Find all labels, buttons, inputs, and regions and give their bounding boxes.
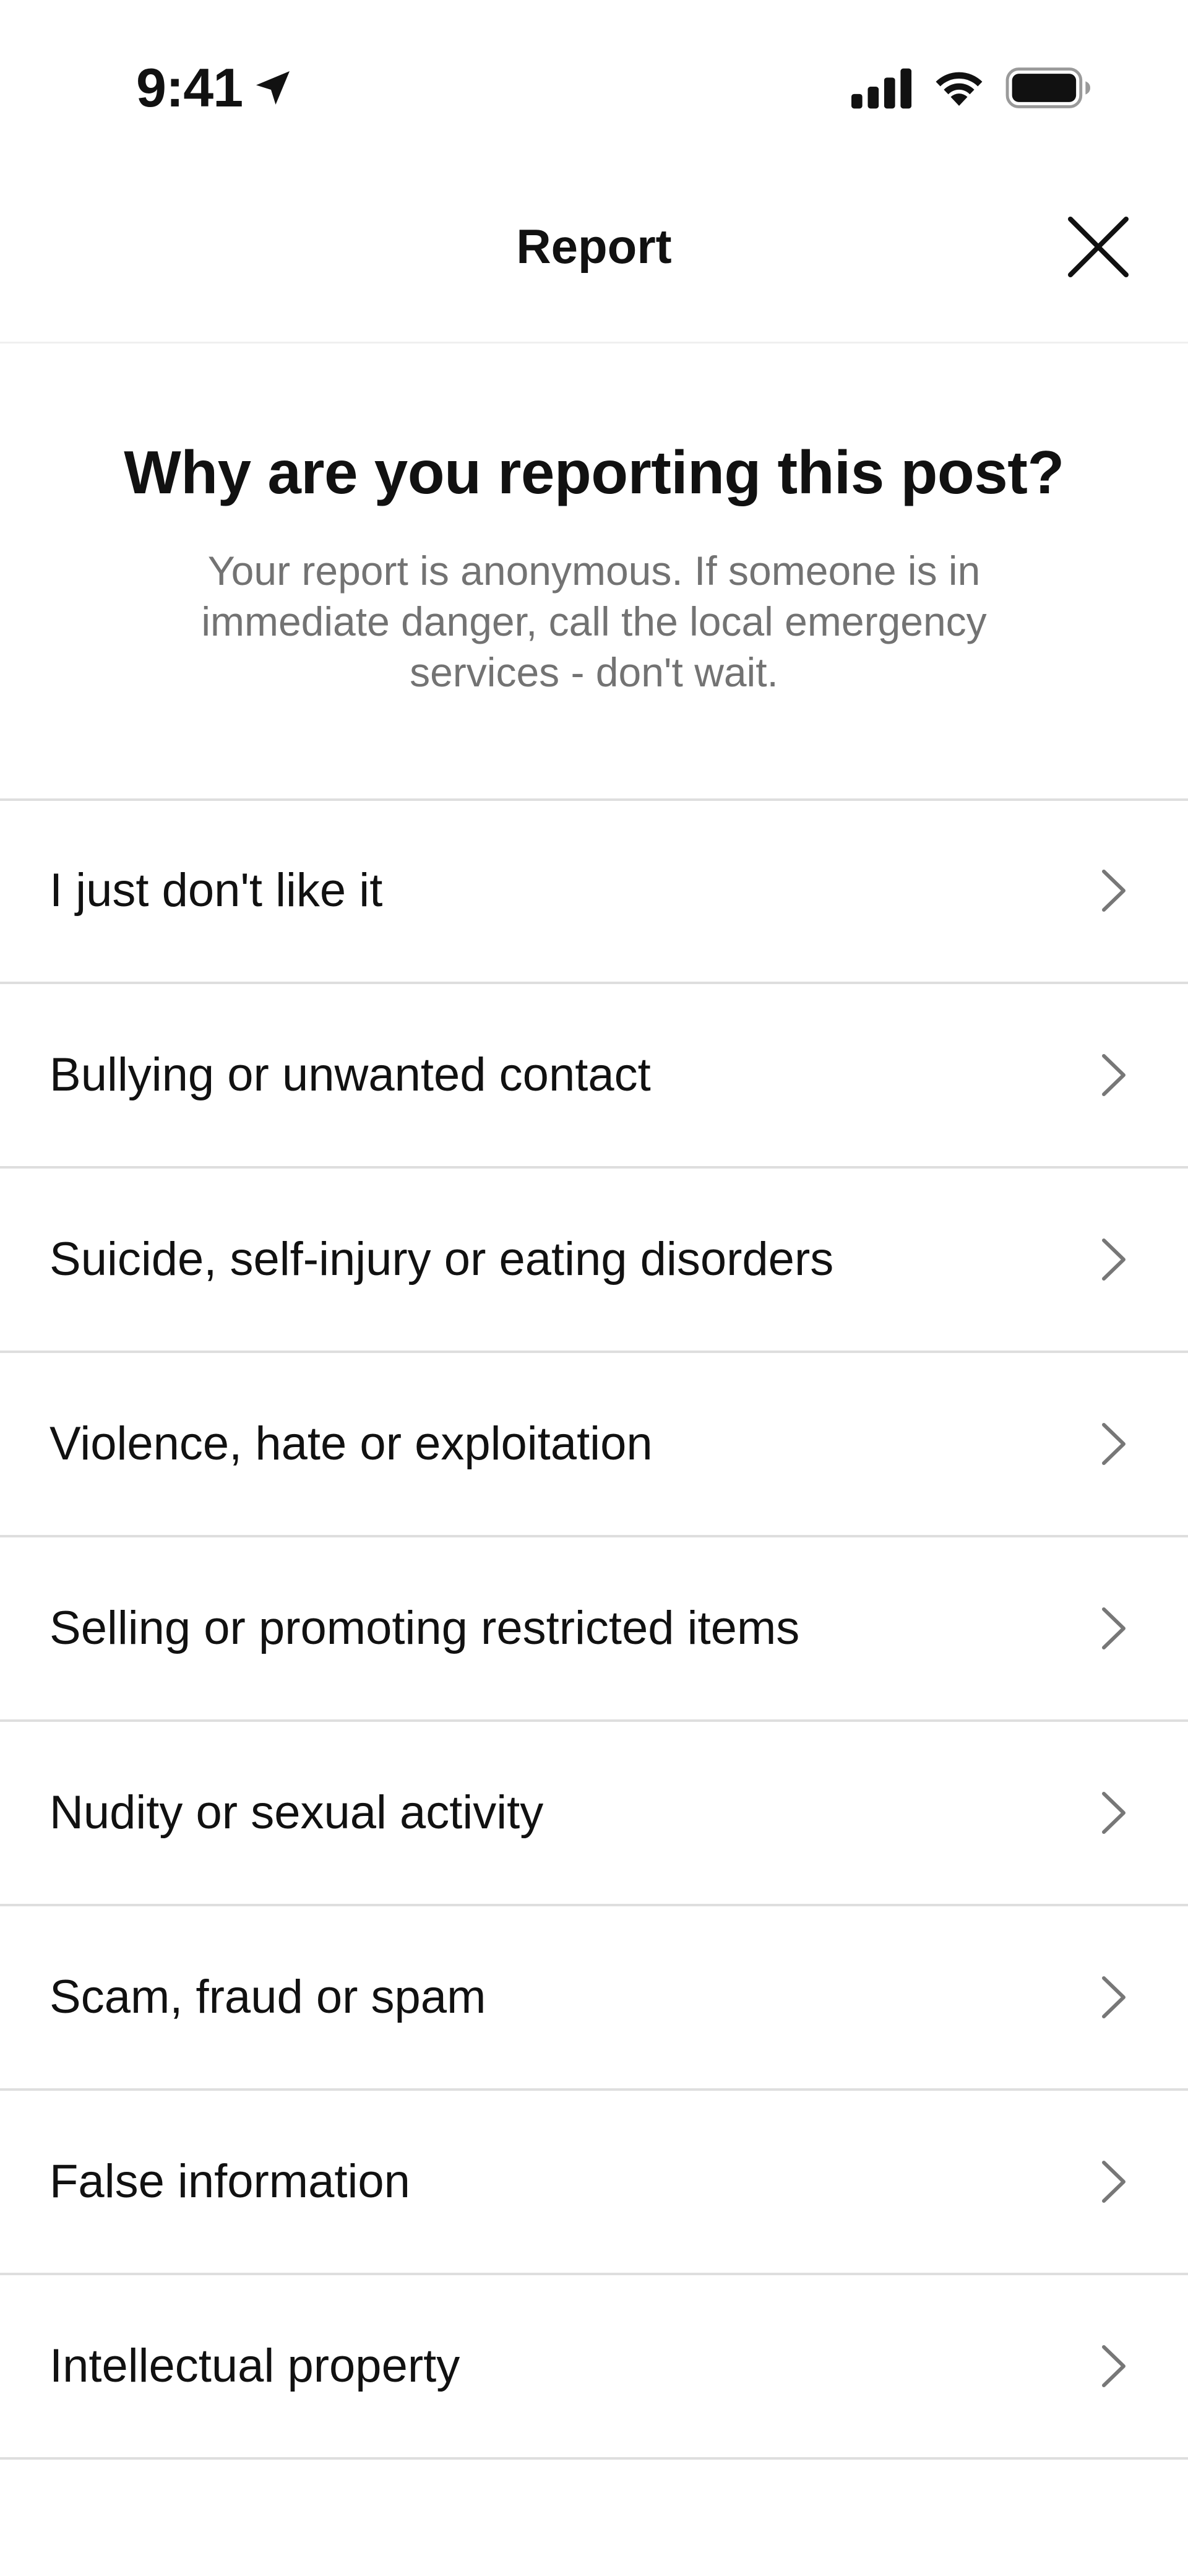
option-scam-fraud-spam[interactable]: Scam, fraud or spam bbox=[0, 1906, 1188, 2091]
chevron-right-icon bbox=[1102, 1238, 1126, 1281]
header-bar: Report bbox=[0, 161, 1188, 344]
option-nudity[interactable]: Nudity or sexual activity bbox=[0, 1722, 1188, 1906]
option-label: I just don't like it bbox=[50, 864, 383, 917]
option-suicide-self-injury[interactable]: Suicide, self-injury or eating disorders bbox=[0, 1169, 1188, 1353]
wifi-icon bbox=[936, 72, 983, 106]
report-heading: Why are you reporting this post? bbox=[124, 438, 1064, 506]
option-label: Nudity or sexual activity bbox=[50, 1786, 544, 1839]
option-violence-hate[interactable]: Violence, hate or exploitation bbox=[0, 1353, 1188, 1537]
page-title: Report bbox=[516, 219, 672, 274]
cellular-signal-icon bbox=[851, 68, 912, 109]
option-label: Scam, fraud or spam bbox=[50, 1971, 486, 2023]
chevron-right-icon bbox=[1102, 870, 1126, 912]
report-intro: Why are you reporting this post? Your re… bbox=[0, 344, 1188, 801]
chevron-right-icon bbox=[1102, 1054, 1126, 1096]
status-time: 9:41 bbox=[136, 57, 243, 118]
chevron-right-icon bbox=[1102, 2345, 1126, 2387]
chevron-right-icon bbox=[1102, 1423, 1126, 1465]
option-label: Bullying or unwanted contact bbox=[50, 1048, 651, 1101]
option-bullying[interactable]: Bullying or unwanted contact bbox=[0, 984, 1188, 1169]
chevron-right-icon bbox=[1102, 1607, 1126, 1649]
option-label: False information bbox=[50, 2155, 410, 2208]
option-restricted-items[interactable]: Selling or promoting restricted items bbox=[0, 1537, 1188, 1722]
location-arrow-icon bbox=[256, 71, 290, 105]
option-label: Violence, hate or exploitation bbox=[50, 1417, 653, 1470]
chevron-right-icon bbox=[1102, 1976, 1126, 2018]
option-dont-like-it[interactable]: I just don't like it bbox=[0, 800, 1188, 984]
status-bar: 9:41 bbox=[0, 0, 1188, 161]
option-intellectual-property[interactable]: Intellectual property bbox=[0, 2275, 1188, 2460]
chevron-right-icon bbox=[1102, 1792, 1126, 1834]
option-label: Intellectual property bbox=[50, 2340, 460, 2392]
close-icon[interactable] bbox=[1064, 213, 1132, 281]
option-false-information[interactable]: False information bbox=[0, 2091, 1188, 2275]
option-label: Suicide, self-injury or eating disorders bbox=[50, 1233, 834, 1286]
report-options-list: I just don't like it Bullying or unwante… bbox=[0, 800, 1188, 2460]
report-subtext: Your report is anonymous. If someone is … bbox=[201, 548, 987, 695]
option-label: Selling or promoting restricted items bbox=[50, 1602, 800, 1654]
chevron-right-icon bbox=[1102, 2161, 1126, 2203]
battery-icon bbox=[1005, 67, 1090, 108]
